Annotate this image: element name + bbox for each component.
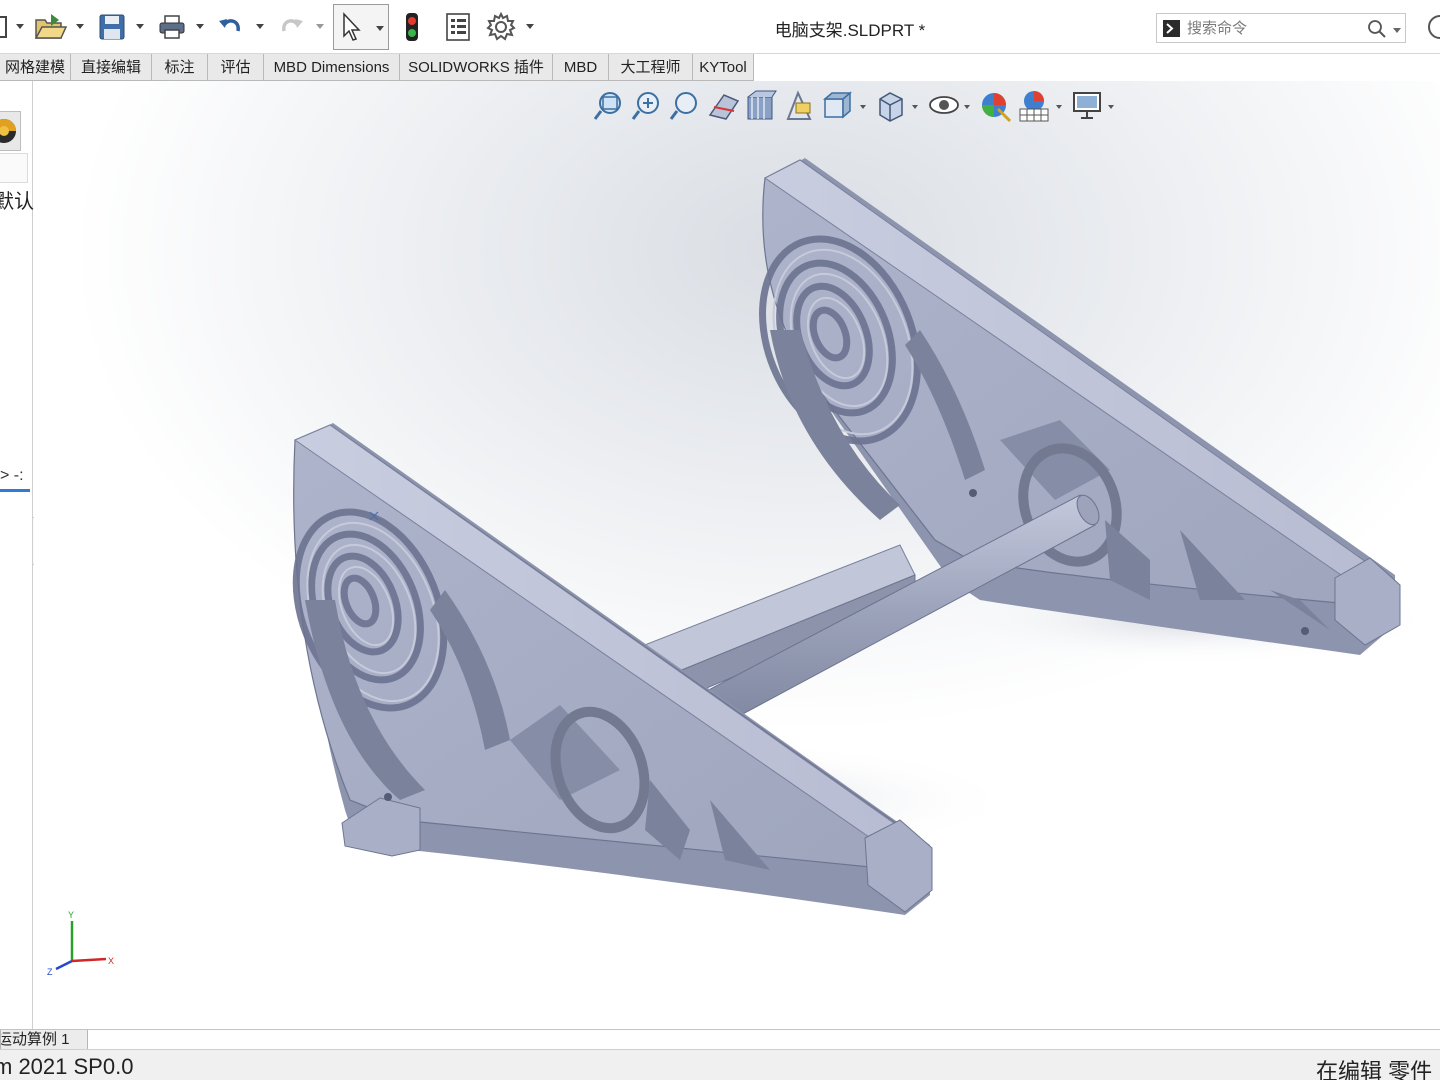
version-text: m 2021 SP0.0 (0, 1054, 134, 1079)
laptop-stand-model[interactable] (34, 81, 1440, 1029)
user-account-icon[interactable] (1422, 14, 1440, 40)
reference-triad: Y X Z (47, 910, 114, 977)
document-title: 电脑支架.SLDPRT * (774, 21, 926, 40)
select-button[interactable] (333, 4, 389, 50)
axis-label-y: Y (68, 910, 74, 920)
chevron-down-icon[interactable] (256, 22, 264, 30)
save-button[interactable] (96, 8, 128, 46)
command-manager-tabs: 网格建模 直接编辑 标注 评估 MBD Dimensions SOLIDWORK… (0, 54, 1440, 81)
search-input[interactable] (1187, 17, 1357, 39)
status-bar: m 2021 SP0.0 在编辑 零件 (0, 1049, 1440, 1080)
title-toolbar: 电脑支架.SLDPRT * (0, 0, 1440, 54)
tab-engineer[interactable]: 大工程师 (609, 54, 693, 81)
axis-label-z: Z (47, 967, 53, 977)
appearance-tab-icon[interactable] (0, 111, 21, 151)
front-side-plate (292, 423, 933, 915)
chevron-down-icon (376, 26, 384, 31)
search-icon[interactable] (1367, 19, 1387, 39)
panel-tab-slot[interactable] (0, 153, 28, 183)
tab-kytool[interactable]: KYTool (693, 54, 754, 81)
undo-button[interactable] (216, 8, 246, 46)
chevron-down-icon[interactable] (526, 22, 534, 30)
file-properties-button[interactable] (442, 8, 474, 46)
chevron-down-icon[interactable] (316, 22, 324, 30)
rebuild-button[interactable] (398, 8, 426, 46)
file-properties-icon (446, 13, 470, 41)
printer-icon (159, 15, 185, 39)
command-prompt-icon (1163, 20, 1180, 37)
tab-solidworks-addins[interactable]: SOLIDWORKS 插件 (400, 54, 553, 81)
tab-motion-study-label: 运动算例 1 (0, 1031, 70, 1048)
chevron-down-icon[interactable] (76, 22, 84, 30)
redo-icon (282, 19, 303, 32)
traffic-light-icon (406, 13, 418, 41)
bottom-tab-strip: 运动算例 1 (0, 1029, 1440, 1050)
tab-mbd[interactable]: MBD (553, 54, 609, 81)
editing-mode-text: 在编辑 零件 (1316, 1059, 1433, 1080)
graphics-area[interactable]: Y X Z (34, 81, 1440, 1029)
axis-label-x: X (108, 956, 114, 966)
open-folder-icon (34, 14, 67, 39)
save-icon (99, 14, 125, 40)
chevron-down-icon[interactable] (196, 22, 204, 30)
tab-motion-study[interactable]: 运动算例 1 (0, 1030, 88, 1050)
chevron-down-icon[interactable] (16, 22, 24, 30)
chevron-down-icon[interactable] (1393, 26, 1401, 34)
tab-mesh-modeling[interactable]: 网格建模 (0, 54, 71, 81)
tab-markup[interactable]: 标注 (152, 54, 208, 81)
chevron-down-icon[interactable] (136, 22, 144, 30)
open-button[interactable] (32, 8, 68, 46)
search-commands-box[interactable] (1156, 13, 1406, 43)
tab-mbd-dimensions[interactable]: MBD Dimensions (264, 54, 400, 81)
cursor-arrow-icon (343, 12, 361, 41)
redo-button[interactable] (276, 8, 306, 46)
configuration-label: 默认 (0, 191, 34, 213)
new-document-button[interactable] (0, 8, 10, 46)
tree-item-text: > -: (0, 467, 24, 484)
tab-evaluate[interactable]: 评估 (208, 54, 264, 81)
selection-underline (0, 489, 30, 492)
undo-icon (219, 19, 240, 32)
print-button[interactable] (156, 8, 188, 46)
options-button[interactable] (484, 8, 518, 46)
tab-direct-editing[interactable]: 直接编辑 (71, 54, 152, 81)
gear-icon (486, 12, 516, 41)
feature-manager-panel: 默认 > -: (0, 81, 34, 1029)
